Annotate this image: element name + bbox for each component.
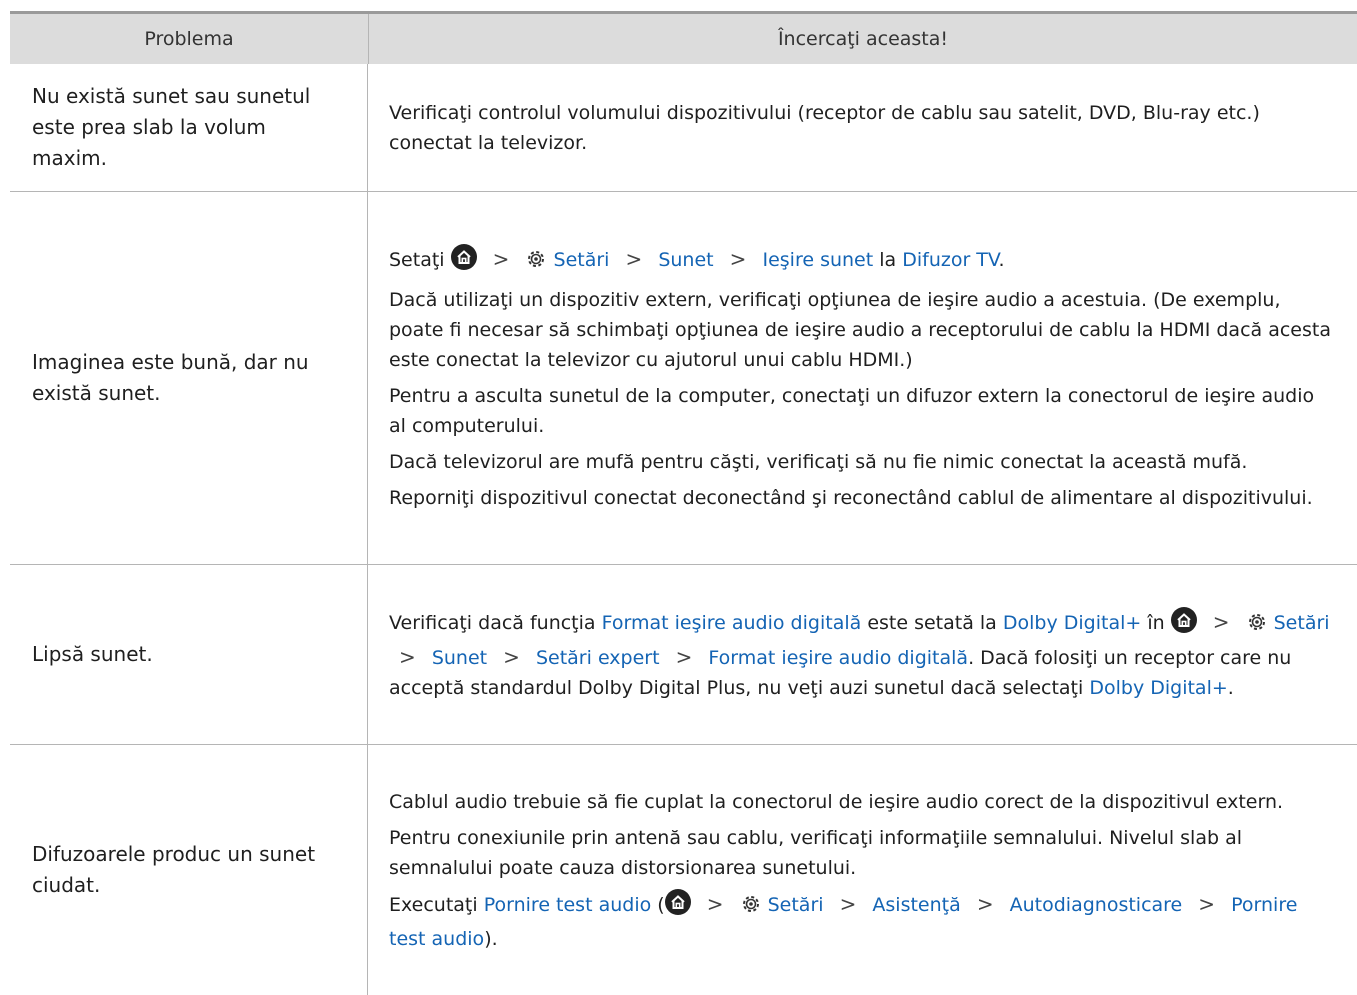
solution-text: Verificaţi dacă funcţia Format ieşire au… (389, 606, 1331, 703)
table-row: Nu există sunet sau sunetul este prea sl… (10, 64, 1357, 192)
solution-text: Pentru conexiunile prin antenă sau cablu… (389, 826, 1242, 879)
text-fragment: este setată la (867, 611, 997, 634)
settings-link[interactable]: Setări (554, 249, 610, 271)
settings-link[interactable]: Setări (768, 894, 824, 916)
table-header: Problema Încercaţi aceasta! (10, 11, 1357, 64)
header-problem: Problema (10, 14, 369, 64)
home-icon (664, 888, 691, 924)
connector-text: la (879, 248, 897, 271)
chevron-right-icon: > (675, 644, 693, 669)
period: . (998, 248, 1005, 271)
solution-cell: Setaţi > Setări > Sunet > Ieşire sunet l… (368, 192, 1357, 564)
support-link[interactable]: Asistenţă (872, 894, 960, 916)
chevron-right-icon: > (492, 246, 510, 271)
gear-icon (525, 248, 547, 279)
tv-speaker-link[interactable]: Difuzor TV (902, 249, 998, 271)
expert-settings-link[interactable]: Setări expert (536, 647, 660, 669)
text-fragment: Verificaţi dacă funcţia (389, 611, 596, 634)
home-icon (450, 243, 477, 279)
sound-link[interactable]: Sunet (658, 249, 713, 271)
solution-cell: Cablul audio trebuie să fie cuplat la co… (368, 745, 1357, 995)
solution-text: Dacă utilizaţi un dispozitiv extern, ver… (389, 288, 1331, 371)
chevron-right-icon: > (503, 644, 520, 669)
chevron-right-icon: > (399, 644, 416, 669)
period: . (1227, 676, 1234, 699)
table-row: Difuzoarele produc un sunet ciudat. Cabl… (10, 745, 1357, 995)
text-fragment: în (1147, 611, 1165, 634)
settings-path: Setaţi > Setări > Sunet > Ieşire sunet l… (389, 243, 1331, 279)
table-row: Lipsă sunet. Verificaţi dacă funcţia For… (10, 565, 1357, 745)
table-row: Imaginea este bună, dar nu există sunet.… (10, 192, 1357, 565)
dolby-digital-plus-link[interactable]: Dolby Digital+ (1089, 677, 1227, 699)
text-fragment: Executaţi (389, 893, 478, 916)
sound-output-link[interactable]: Ieşire sunet (762, 249, 873, 271)
solution-text: Verificaţi controlul volumului dispoziti… (389, 101, 1260, 154)
solution-cell: Verificaţi dacă funcţia Format ieşire au… (368, 565, 1357, 744)
problem-cell: Difuzoarele produc un sunet ciudat. (10, 745, 368, 995)
problem-cell: Nu există sunet sau sunetul este prea sl… (10, 64, 368, 191)
chevron-right-icon: > (729, 246, 747, 271)
start-audio-test-link[interactable]: Pornire test audio (484, 894, 652, 916)
self-diagnosis-link[interactable]: Autodiagnosticare (1010, 894, 1183, 916)
chevron-right-icon: > (706, 891, 724, 916)
problem-cell: Lipsă sunet. (10, 565, 368, 744)
header-try-this: Încercaţi aceasta! (777, 28, 949, 50)
troubleshooting-table: Problema Încercaţi aceasta! Nu există su… (10, 11, 1357, 995)
solution-text: Dacă televizorul are mufă pentru căşti, … (389, 450, 1248, 473)
digital-audio-format-link[interactable]: Format ieşire audio digitală (602, 612, 862, 634)
chevron-right-icon: > (976, 891, 994, 916)
gear-icon (740, 893, 762, 924)
solution-text: Reporniţi dispozitivul conectat deconect… (389, 486, 1313, 509)
solution-cell: Verificaţi controlul volumului dispoziti… (368, 64, 1357, 191)
solution-text: Executaţi Pornire test audio ( > Setări … (389, 888, 1331, 954)
text-fragment: ( (657, 893, 665, 916)
home-icon (1170, 606, 1197, 642)
digital-audio-format-link[interactable]: Format ieşire audio digitală (708, 647, 968, 669)
sound-link[interactable]: Sunet (432, 647, 487, 669)
settings-link[interactable]: Setări (1274, 612, 1330, 634)
problem-cell: Imaginea este bună, dar nu există sunet. (10, 192, 368, 564)
solution-text: Cablul audio trebuie să fie cuplat la co… (389, 790, 1284, 813)
path-prefix: Setaţi (389, 248, 445, 271)
text-fragment: ). (484, 927, 498, 950)
chevron-right-icon: > (1212, 609, 1230, 634)
dolby-digital-plus-link[interactable]: Dolby Digital+ (1003, 612, 1141, 634)
chevron-right-icon: > (839, 891, 857, 916)
solution-text: Pentru a asculta sunetul de la computer,… (389, 384, 1315, 437)
chevron-right-icon: > (625, 246, 643, 271)
gear-icon (1246, 611, 1268, 642)
chevron-right-icon: > (1198, 891, 1216, 916)
